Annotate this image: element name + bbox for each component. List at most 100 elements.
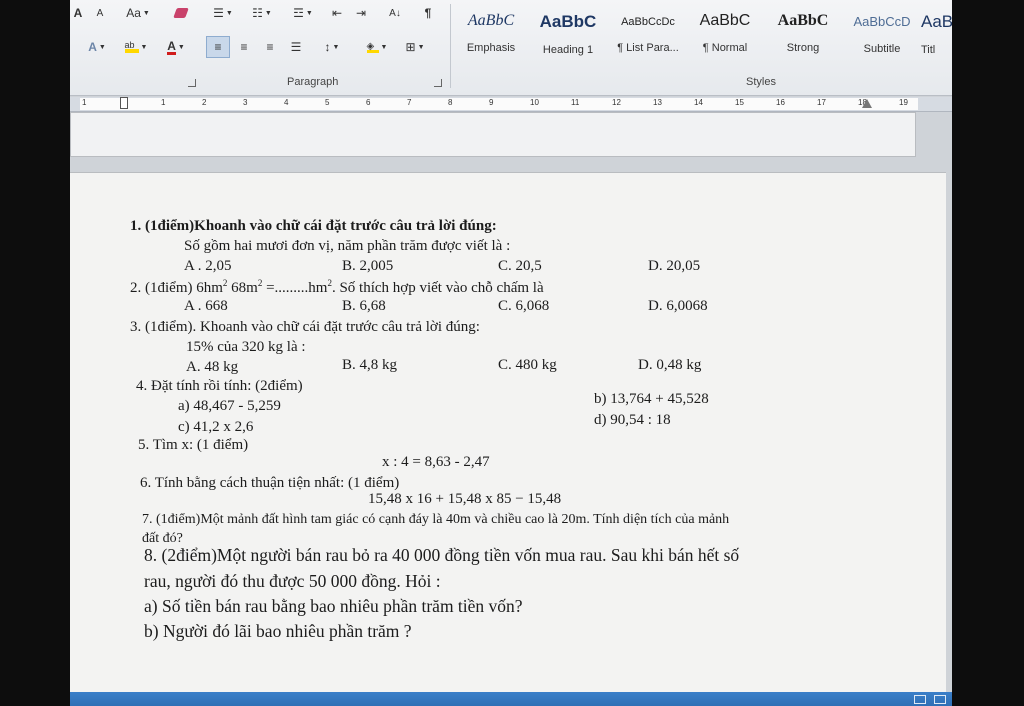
ruler-tick-label: 11	[571, 98, 580, 107]
q1-option-b: B. 2,005	[342, 258, 394, 274]
paragraph-dialog-launcher[interactable]	[434, 79, 442, 87]
question-8-line1: 8. (2điểm)Một người bán rau bỏ ra 40 000…	[144, 545, 740, 565]
bullets-icon: ☰	[213, 6, 224, 20]
status-bar	[70, 692, 952, 706]
question-8-part-a: a) Số tiền bán rau bằng bao nhiêu phần t…	[144, 596, 523, 616]
style-preview: AaBbCcD	[853, 14, 911, 29]
print-layout-icon[interactable]	[914, 694, 926, 704]
dropdown-arrow-icon: ▼	[305, 9, 313, 17]
line-spacing-icon: ↕	[324, 40, 331, 54]
decrease-indent-icon: ⇤	[331, 6, 343, 20]
style-subtitle[interactable]: AaBbCcD Subtitle	[845, 2, 919, 66]
style-name: Subtitle	[863, 43, 901, 55]
align-left-button[interactable]: ≡	[206, 36, 230, 58]
q2-mid: 68m	[227, 280, 258, 296]
grow-font-icon: A	[73, 6, 83, 20]
align-right-icon: ≡	[266, 40, 274, 54]
q2-eq: =.........	[262, 280, 309, 296]
ruler-tick-label: 17	[817, 98, 826, 107]
decrease-indent-button[interactable]: ⇤	[326, 2, 348, 24]
text-effects-button[interactable]: A ▼	[80, 36, 114, 58]
q1-option-c: C. 20,5	[498, 258, 542, 274]
style-normal[interactable]: AaBbC ¶ Normal	[689, 2, 761, 66]
ruler-tick-label: 19	[899, 98, 908, 107]
ruler-tick-label: 14	[694, 98, 703, 107]
style-name: Emphasis	[466, 42, 516, 54]
question-5-title: 5. Tìm x: (1 điểm)	[138, 437, 249, 453]
align-right-button[interactable]: ≡	[258, 36, 282, 58]
style-list-paragraph[interactable]: AaBbCcDc ¶ List Para...	[609, 2, 687, 66]
document-page[interactable]: 1. (1điểm)Khoanh vào chữ cái đặt trước c…	[70, 172, 946, 693]
align-center-button[interactable]: ≡	[232, 36, 256, 58]
ruler-tick-label: 1	[161, 98, 166, 107]
indent-marker-icon[interactable]	[120, 97, 128, 109]
q2-option-c: C. 6,068	[498, 298, 550, 314]
view-buttons	[914, 692, 946, 706]
question-6-title: 6. Tính bằng cách thuận tiện nhất: (1 đi…	[140, 475, 400, 491]
clear-formatting-button[interactable]	[168, 2, 194, 24]
grow-font-button[interactable]: A	[70, 2, 86, 24]
font-dialog-launcher[interactable]	[188, 79, 196, 87]
question-1-stem: Số gồm hai mươi đơn vị, năm phần trăm đư…	[184, 238, 511, 254]
ruler-tick-label: 16	[776, 98, 785, 107]
full-screen-icon[interactable]	[934, 694, 946, 704]
style-title[interactable]: AaB Titl	[921, 2, 952, 66]
justify-button[interactable]: ☰	[284, 36, 308, 58]
line-spacing-button[interactable]: ↕ ▼	[314, 36, 350, 58]
ruler-tick-label: 4	[284, 98, 289, 107]
shrink-font-button[interactable]: A	[92, 2, 108, 24]
increase-indent-button[interactable]: ⇥	[350, 2, 372, 24]
align-left-icon: ≡	[214, 40, 222, 54]
bullets-button[interactable]: ☰ ▼	[206, 2, 240, 24]
q2-post: . Số thích hợp viết vào chỗ chấm là	[331, 280, 544, 296]
q3-option-c: C. 480 kg	[498, 357, 557, 373]
dropdown-arrow-icon: ▼	[264, 9, 272, 17]
numbering-button[interactable]: ☷ ▼	[244, 2, 280, 24]
style-strong[interactable]: AaBbC Strong	[763, 2, 843, 66]
right-indent-marker-icon[interactable]	[862, 99, 872, 108]
q2-pre: 2. (1điểm) 6hm	[130, 280, 223, 296]
question-2-title: 2. (1điểm) 6hm2 68m2 =.........hm2. Số t…	[130, 278, 544, 297]
q4-part-b: b) 13,764 + 45,528	[594, 391, 709, 407]
q4-part-d: d) 90,54 : 18	[594, 412, 671, 428]
q2-option-d: D. 6,0068	[648, 298, 708, 314]
change-case-button[interactable]: Aa ▼	[120, 2, 156, 24]
ruler-tick-label: 2	[202, 98, 207, 107]
style-heading-1[interactable]: AaBbC Heading 1	[529, 2, 607, 66]
dropdown-arrow-icon: ▼	[177, 43, 185, 51]
shading-button[interactable]: ◈ ▼	[358, 36, 396, 58]
dropdown-arrow-icon: ▼	[380, 43, 388, 51]
question-4-title: 4. Đặt tính rồi tính: (2điểm)	[136, 378, 303, 394]
style-preview: AaBbC	[777, 12, 829, 29]
question-8-line2: rau, người đó thu được 50 000 đồng. Hỏi …	[144, 571, 441, 591]
borders-icon: ⊞	[405, 40, 416, 54]
style-name: ¶ List Para...	[617, 42, 679, 54]
text-effects-icon: A	[88, 40, 97, 54]
question-3-title: 3. (1điểm). Khoanh vào chữ cái đặt trước…	[130, 319, 480, 335]
q3-option-d: D. 0,48 kg	[638, 357, 702, 373]
borders-button[interactable]: ⊞ ▼	[398, 36, 432, 58]
ribbon-home: A A Aa ▼ A ▼ ab ▼ A ▼ ☰ ▼ ☷ ▼ ☲ ▼ ⇤ ⇥ A↓ ¶ ≡ ≡ …	[70, 0, 952, 96]
question-3-stem: 15% của 320 kg là :	[186, 339, 306, 355]
ruler-tick-label: 7	[407, 98, 412, 107]
multilevel-list-button[interactable]: ☲ ▼	[284, 2, 322, 24]
q1-option-d: D. 20,05	[648, 258, 701, 274]
dropdown-arrow-icon: ▼	[332, 43, 340, 51]
font-color-button[interactable]: A ▼	[158, 36, 194, 58]
paint-bucket-icon: ◈	[366, 41, 379, 53]
sort-button[interactable]: A↓	[384, 2, 406, 24]
ruler-tick-label: 8	[448, 98, 453, 107]
highlight-button[interactable]: ab ▼	[118, 36, 154, 58]
q6-expression: 15,48 x 16 + 15,48 x 85 − 15,48	[368, 491, 562, 507]
dropdown-arrow-icon: ▼	[417, 43, 425, 51]
styles-group-label: Styles	[746, 76, 776, 88]
horizontal-ruler[interactable]: 1 1 2 3 4 5 6 7 8 9 10 11 12 13 14 15 16 17 18 19	[70, 97, 952, 112]
align-center-icon: ≡	[240, 40, 248, 54]
style-name: ¶ Normal	[702, 42, 748, 54]
show-marks-button[interactable]: ¶	[418, 2, 438, 24]
style-emphasis[interactable]: AaBbC Emphasis	[455, 2, 527, 66]
styles-gallery: AaBbC Emphasis AaBbC Heading 1 AaBbCcDc …	[455, 2, 952, 68]
word-window: A A Aa ▼ A ▼ ab ▼ A ▼ ☰ ▼ ☷ ▼ ☲ ▼ ⇤ ⇥ A↓ ¶ ≡ ≡ …	[70, 0, 952, 706]
style-name: Strong	[786, 42, 820, 54]
dropdown-arrow-icon: ▼	[98, 43, 106, 51]
